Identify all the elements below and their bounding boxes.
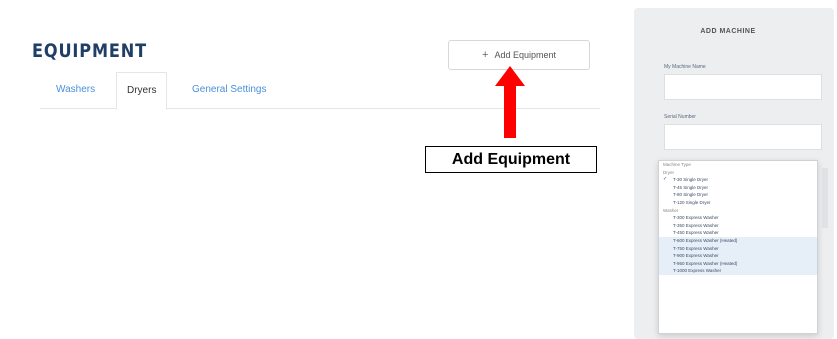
dropdown-group-dryer: Dryer [663, 169, 674, 175]
dropdown-option[interactable]: T-350 Express Washer [659, 222, 817, 230]
tab-general-settings[interactable]: General Settings [192, 72, 267, 108]
add-equipment-callout: Add Equipment [425, 146, 597, 173]
red-arrow-icon [495, 66, 525, 138]
add-equipment-label: Add Equipment [494, 50, 556, 60]
option-label: T-30 Single Dryer [673, 177, 709, 183]
dropdown-option[interactable]: T-450 Express Washer [659, 229, 817, 237]
page-title: EQUIPMENT [32, 40, 148, 62]
dropdown-option[interactable]: T-120 Single Dryer [659, 199, 817, 207]
panel-title: ADD MACHINE [700, 28, 756, 35]
panel-scroll-edge [822, 168, 828, 228]
dropdown-option[interactable]: T-45 Single Dryer [659, 184, 817, 192]
machine-type-dropdown[interactable]: Machine Type Dryer ✓ T-30 Single Dryer T… [658, 160, 818, 334]
tab-washers[interactable]: Washers [56, 72, 95, 108]
dropdown-header: Machine Type [663, 162, 691, 167]
dropdown-option[interactable]: T-80 Single Dryer [659, 191, 817, 199]
plus-icon: + [482, 49, 489, 61]
machine-name-input[interactable] [664, 74, 822, 100]
serial-number-label: Serial Number [664, 114, 696, 120]
machine-name-label: My Machine Name [664, 64, 706, 70]
dropdown-group-washer: Washer [663, 207, 679, 213]
dropdown-option[interactable]: T-750 Express Washer [659, 244, 817, 253]
dropdown-option[interactable]: T-900 Express Washer [659, 252, 817, 260]
dropdown-option[interactable]: T-600 Express Washer (Heated) [659, 236, 817, 245]
dropdown-option[interactable]: T-950 Express Washer (Heated) [659, 259, 817, 268]
dropdown-option[interactable]: ✓ T-30 Single Dryer [659, 176, 817, 184]
dropdown-option[interactable]: T-1000 Express Washer [659, 267, 817, 275]
check-icon: ✓ [663, 176, 668, 183]
dropdown-option[interactable]: T-300 Express Washer [659, 214, 817, 222]
tab-dryers[interactable]: Dryers [116, 72, 168, 110]
add-machine-panel: ADD MACHINE My Machine Name Serial Numbe… [634, 8, 834, 339]
serial-number-input[interactable] [664, 124, 822, 150]
